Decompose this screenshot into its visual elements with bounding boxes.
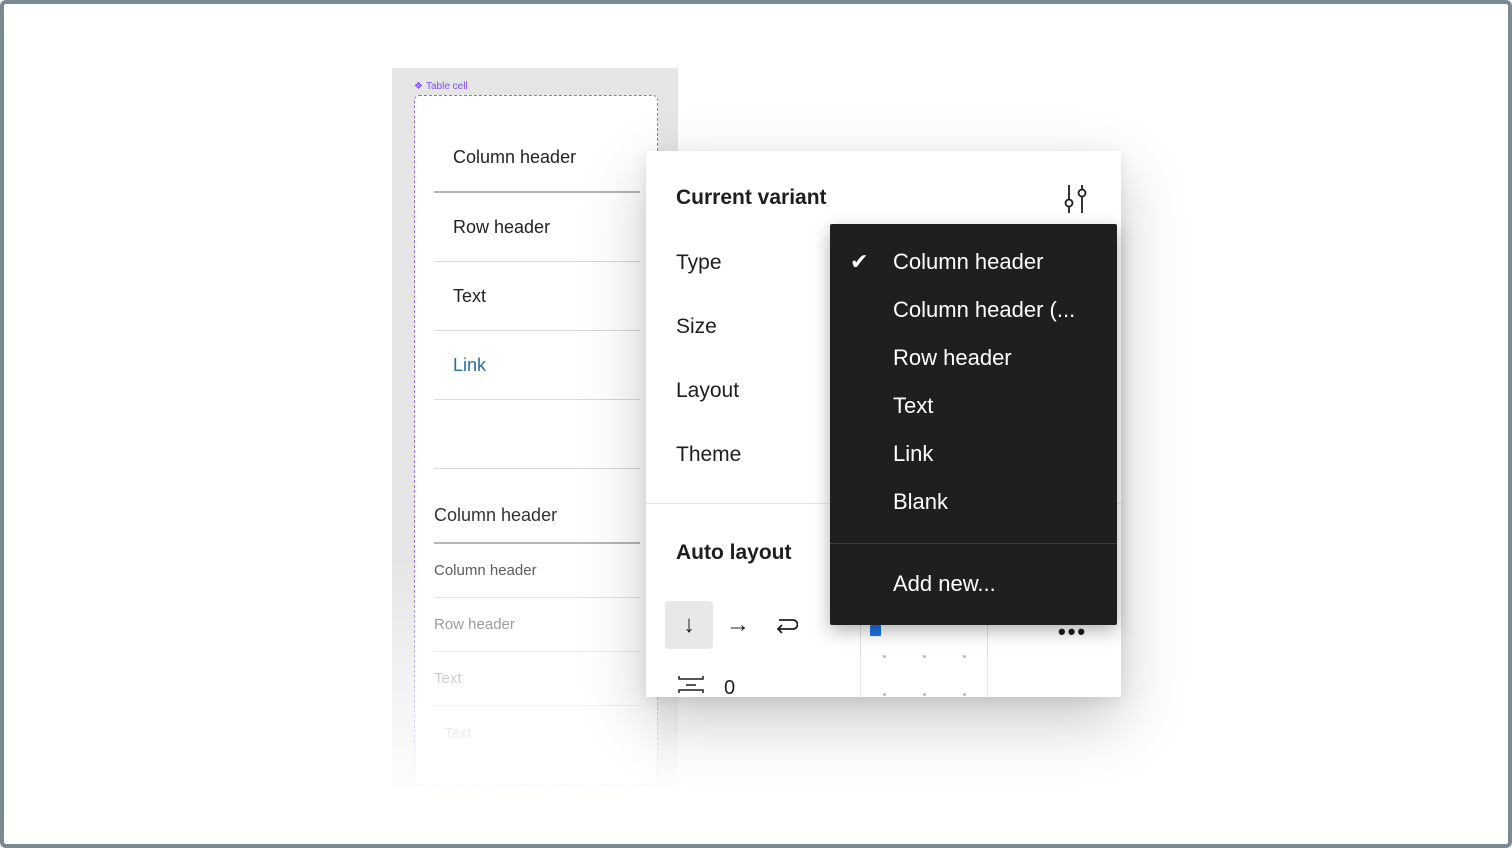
component-label[interactable]: ❖ Table cell xyxy=(414,81,468,92)
menu-item-column-header-alt[interactable]: Column header (... xyxy=(830,288,1117,332)
alignment-dot[interactable] xyxy=(963,655,966,658)
menu-item-label: Blank xyxy=(893,489,949,514)
preview-row[interactable]: Column header xyxy=(434,488,640,544)
preview-row[interactable]: Column header xyxy=(434,544,640,598)
alignment-dot[interactable] xyxy=(963,693,966,696)
cell-label: Text xyxy=(453,285,487,306)
cell-row-header[interactable]: Row header xyxy=(434,193,640,262)
component-label-text: Table cell xyxy=(425,81,468,92)
cell-label: Link xyxy=(453,354,487,375)
type-property-label: Type xyxy=(676,251,722,274)
alignment-selected[interactable] xyxy=(870,625,881,636)
arrow-down-icon: ↓ xyxy=(683,611,695,638)
menu-item-text[interactable]: Text xyxy=(830,384,1117,428)
alignment-dot[interactable] xyxy=(923,693,926,696)
preview-row[interactable]: Text xyxy=(434,706,640,760)
vertical-direction-button[interactable]: ↓ xyxy=(665,601,713,649)
menu-item-label: Link xyxy=(893,441,934,466)
checkmark-icon: ✔ xyxy=(850,249,869,274)
preview-row-label: Column header xyxy=(434,504,558,525)
cell-label: Column header xyxy=(453,146,577,167)
size-property-label: Size xyxy=(676,315,717,338)
menu-item-blank[interactable]: Blank xyxy=(830,480,1117,524)
adjust-properties-icon[interactable] xyxy=(1061,183,1091,215)
type-dropdown-menu: ✔ Column header Column header (... Row h… xyxy=(830,224,1117,625)
preview-row-label: Text xyxy=(434,670,462,687)
cell-link[interactable]: Link xyxy=(434,331,640,400)
menu-item-label: Text xyxy=(893,393,934,418)
component-icon: ❖ xyxy=(414,80,423,92)
cell-blank[interactable] xyxy=(434,400,640,469)
menu-item-add-new[interactable]: Add new... xyxy=(830,562,1117,606)
menu-item-link[interactable]: Link xyxy=(830,432,1117,476)
theme-property-label: Theme xyxy=(676,443,742,466)
preview-row[interactable]: Text xyxy=(434,652,640,706)
preview-row-label: Column header xyxy=(434,562,537,579)
menu-separator xyxy=(830,543,1117,544)
preview-row[interactable]: Row header xyxy=(434,598,640,652)
alignment-dot[interactable] xyxy=(883,655,886,658)
layout-property-label: Layout xyxy=(676,379,740,402)
spacing-value-input[interactable]: 0 xyxy=(724,677,735,697)
alignment-dot[interactable] xyxy=(883,693,886,696)
menu-item-label: Row header xyxy=(893,345,1012,370)
cell-column-header[interactable]: Column header xyxy=(434,123,640,193)
menu-item-label: Add new... xyxy=(893,571,996,596)
cell-text[interactable]: Text xyxy=(434,262,640,331)
cell-label: Row header xyxy=(453,216,551,237)
preview-row-label: Text xyxy=(444,724,472,742)
horizontal-direction-button[interactable]: → xyxy=(714,601,762,649)
menu-item-label: Column header xyxy=(893,249,1044,274)
arrow-right-icon: → xyxy=(726,611,750,638)
auto-layout-title: Auto layout xyxy=(676,541,792,564)
menu-item-row-header[interactable]: Row header xyxy=(830,336,1117,380)
menu-item-label: Column header (... xyxy=(893,297,1076,322)
panel-title: Current variant xyxy=(676,186,827,209)
wrap-direction-button[interactable] xyxy=(762,601,810,649)
spacing-icon xyxy=(678,676,704,693)
alignment-dot[interactable] xyxy=(923,655,926,658)
menu-item-column-header[interactable]: ✔ Column header xyxy=(830,240,1117,284)
wrap-icon xyxy=(776,619,798,634)
preview-row-label: Row header xyxy=(434,616,515,633)
